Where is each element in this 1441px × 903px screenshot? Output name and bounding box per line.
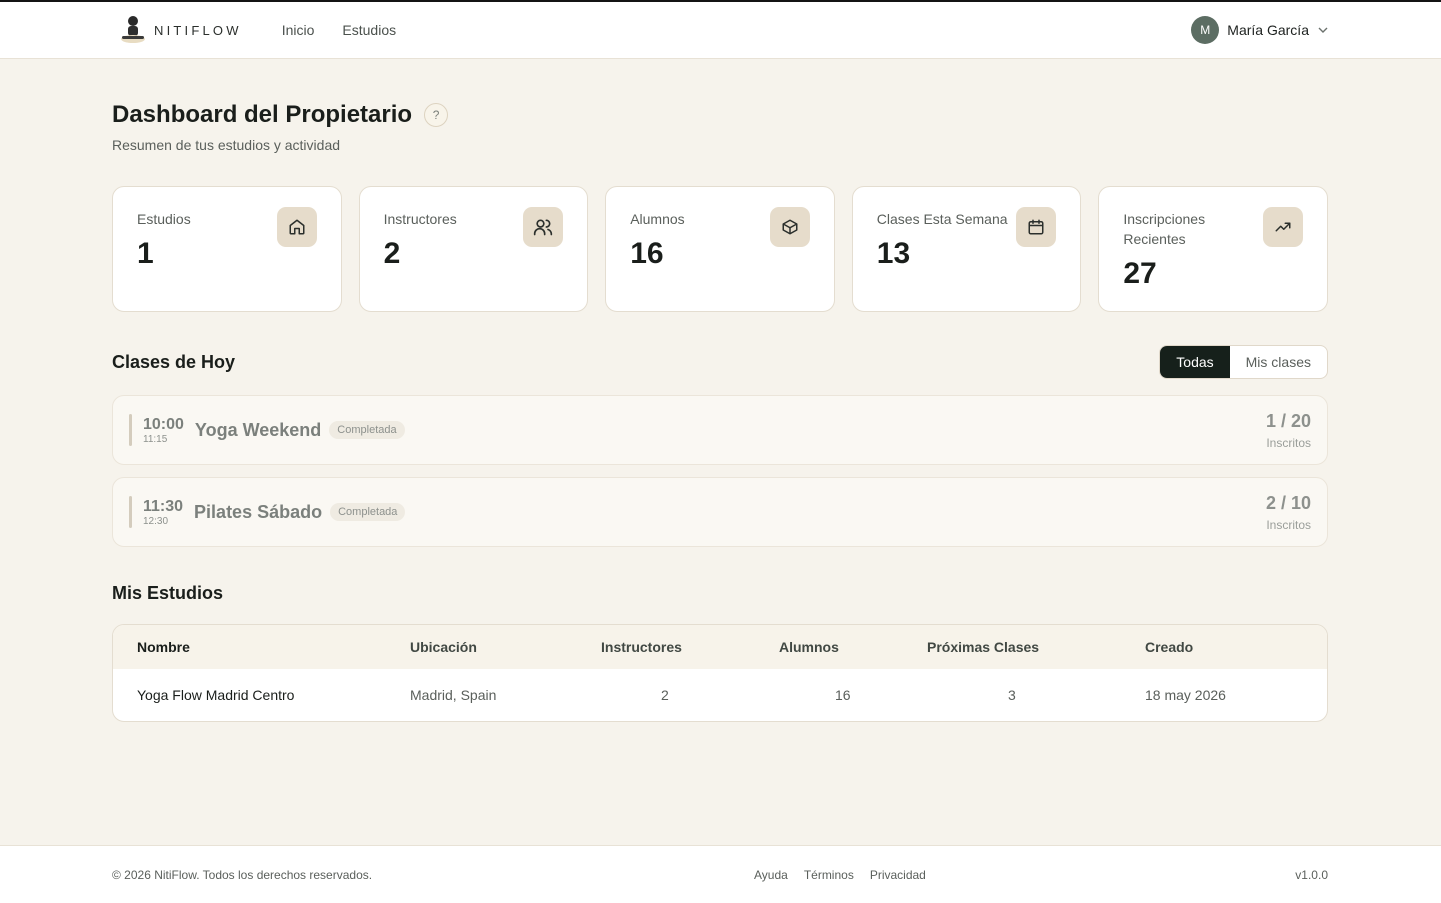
stat-card-inscripciones: Inscripciones Recientes 27 — [1098, 186, 1328, 312]
copyright: © 2026 NitiFlow. Todos los derechos rese… — [112, 867, 373, 882]
enrollment: 1 / 20 Inscritos — [1266, 411, 1311, 450]
page-subtitle: Resumen de tus estudios y actividad — [112, 137, 341, 153]
today-title: Clases de Hoy — [112, 351, 236, 372]
brand-logo[interactable]: NITIFLOW — [118, 14, 242, 46]
class-name: Yoga Weekend — [194, 419, 322, 440]
footer-link-privacidad[interactable]: Privacidad — [870, 868, 926, 882]
studios-title: Mis Estudios — [112, 583, 224, 603]
chevron-down-icon — [1318, 27, 1328, 33]
stat-card-alumnos: Alumnos 16 — [605, 186, 835, 312]
app-version: v1.0.0 — [1295, 867, 1328, 882]
col-creado: Creado — [1145, 639, 1194, 655]
col-instructores: Instructores — [601, 639, 682, 655]
footer-link-ayuda[interactable]: Ayuda — [754, 868, 788, 882]
class-end-time: 12:30 — [143, 515, 169, 527]
table-row[interactable]: Yoga Flow Madrid Centro Madrid, Spain 2 … — [113, 669, 1327, 721]
stat-card-clases-semana: Clases Esta Semana 13 — [851, 186, 1082, 312]
col-alumnos: Alumnos — [779, 639, 839, 655]
studios-table: Nombre Ubicación Instructores Alumnos Pr… — [112, 624, 1328, 722]
trending-up-icon — [1262, 207, 1303, 247]
class-status-bar — [129, 496, 132, 528]
footer: © 2026 NitiFlow. Todos los derechos rese… — [0, 845, 1441, 903]
top-navbar: NITIFLOW Inicio Estudios M María García — [0, 2, 1441, 59]
class-time: 10:00 11:15 — [143, 416, 184, 445]
stat-label: Instructores — [383, 211, 457, 227]
col-nombre: Nombre — [137, 639, 190, 655]
class-start-time: 11:30 — [143, 497, 184, 515]
table-header-row: Nombre Ubicación Instructores Alumnos Pr… — [113, 625, 1327, 669]
status-badge: Completada — [329, 421, 405, 439]
footer-link-terminos[interactable]: Términos — [804, 868, 854, 882]
avatar: M — [1191, 16, 1220, 44]
class-start-time: 10:00 — [143, 415, 184, 433]
filter-mis-clases[interactable]: Mis clases — [1230, 346, 1327, 378]
cell-instructores: 2 — [661, 687, 669, 703]
class-end-time: 11:15 — [143, 433, 168, 445]
class-time: 11:30 12:30 — [143, 498, 183, 527]
footer-links: Ayuda Términos Privacidad — [754, 868, 926, 882]
enrollment-count: 2 / 10 — [1265, 492, 1311, 513]
enrollment-label: Inscritos — [1266, 517, 1311, 532]
meditating-person-icon — [121, 16, 145, 43]
cell-ubicacion: Madrid, Spain — [410, 687, 497, 703]
stat-card-instructores: Instructores 2 — [358, 186, 589, 312]
stats-row: Estudios 1 Instructores 2 Alumnos 16 Cla… — [112, 186, 1328, 312]
page-title: Dashboard del Propietario — [112, 101, 413, 128]
cell-nombre[interactable]: Yoga Flow Madrid Centro — [113, 669, 410, 721]
status-badge: Completada — [330, 503, 406, 521]
class-card[interactable]: 11:30 12:30 Pilates Sábado Completada 2 … — [112, 477, 1328, 547]
cell-alumnos: 16 — [835, 687, 851, 703]
col-proximas-clases: Próximas Clases — [927, 639, 1040, 655]
class-status-bar — [129, 414, 132, 446]
enrollment-label: Inscritos — [1266, 435, 1311, 450]
class-card[interactable]: 10:00 11:15 Yoga Weekend Completada 1 / … — [112, 395, 1328, 465]
stat-label: Alumnos — [630, 211, 685, 227]
stat-card-estudios: Estudios 1 — [112, 186, 342, 312]
stat-label: Estudios — [137, 211, 191, 227]
class-name: Pilates Sábado — [194, 501, 323, 522]
title-row: Dashboard del Propietario ? — [112, 101, 1328, 129]
class-filter: Todas Mis clases — [1159, 345, 1328, 379]
help-button[interactable]: ? — [424, 103, 449, 127]
filter-todas[interactable]: Todas — [1160, 346, 1230, 378]
home-icon — [276, 207, 317, 247]
main-nav: Inicio Estudios — [282, 22, 396, 38]
users-icon — [523, 207, 564, 247]
enrollment-count: 1 / 20 — [1265, 410, 1311, 431]
stat-value: 27 — [1123, 257, 1157, 290]
box-icon — [769, 207, 810, 247]
today-header: Clases de Hoy Todas Mis clases — [112, 345, 1328, 379]
user-menu[interactable]: M María García — [1191, 16, 1329, 44]
stat-label: Clases Esta Semana — [876, 211, 1008, 227]
user-name: María García — [1227, 22, 1309, 38]
calendar-icon — [1016, 207, 1057, 247]
brand-name: NITIFLOW — [154, 22, 242, 38]
cell-creado: 18 may 2026 — [1145, 687, 1226, 703]
stat-label: Inscripciones Recientes — [1123, 211, 1206, 247]
cell-proximas-clases: 3 — [1008, 687, 1016, 703]
col-ubicacion: Ubicación — [410, 639, 477, 655]
nav-estudios[interactable]: Estudios — [342, 22, 396, 38]
main-content: Dashboard del Propietario ? Resumen de t… — [0, 101, 1441, 722]
nav-inicio[interactable]: Inicio — [282, 22, 315, 38]
enrollment: 2 / 10 Inscritos — [1266, 493, 1311, 532]
